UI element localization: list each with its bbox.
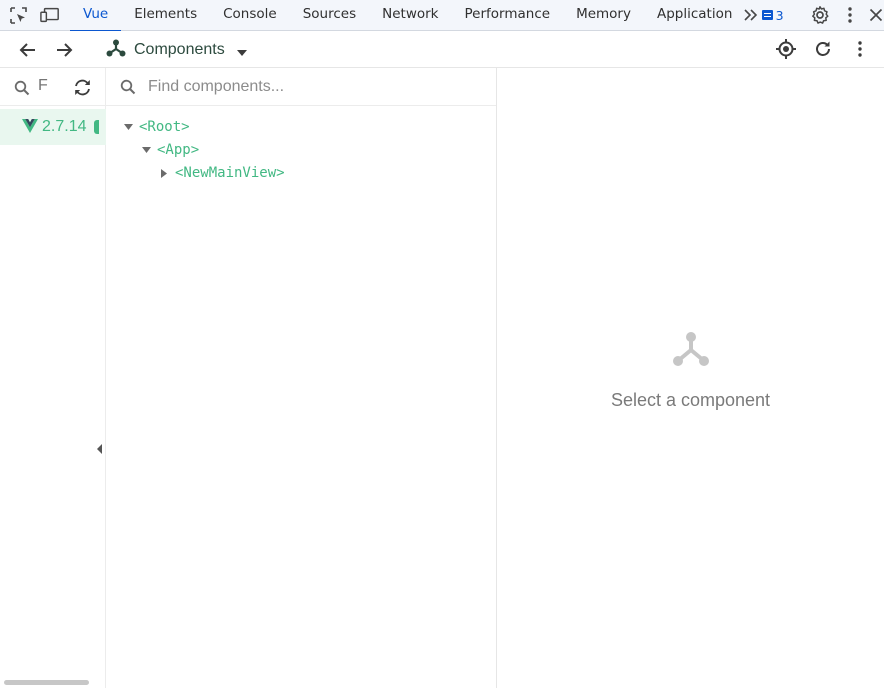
component-tree-icon (106, 38, 126, 62)
close-devtools-icon[interactable] (868, 5, 884, 25)
issues-badge[interactable]: 3 (761, 7, 784, 23)
more-vertical-icon[interactable] (842, 5, 858, 25)
inspect-element-icon[interactable] (9, 5, 28, 25)
app-status-dot (94, 120, 100, 134)
refresh-icon[interactable] (812, 38, 834, 60)
vue-devtools-toolbar: Components (0, 31, 884, 68)
view-selector-label: Components (134, 41, 225, 58)
devtools-tab-bar: Vue Elements Console Sources Network Per… (0, 0, 884, 32)
tree-node-newmainview[interactable]: <NewMainView> (159, 162, 285, 184)
find-components-row (106, 68, 496, 106)
empty-state-text: Select a component (610, 390, 771, 410)
tab-vue[interactable]: Vue (70, 0, 122, 32)
more-options-icon[interactable] (849, 38, 871, 60)
view-selector[interactable]: Components (106, 37, 247, 63)
component-tree-pane: <Root> <App> <NewMainView> (106, 68, 497, 688)
select-component-in-page-icon[interactable] (775, 38, 797, 60)
caret-collapsed-icon[interactable] (159, 168, 169, 178)
tree-node-label: <App> (157, 142, 200, 158)
double-chevron-right-icon[interactable] (742, 5, 758, 25)
collapse-sidebar-icon[interactable] (96, 440, 104, 454)
caret-expanded-icon[interactable] (123, 122, 133, 132)
caret-down-icon (236, 41, 247, 60)
tree-node-app[interactable]: <App> (141, 139, 199, 161)
app-filter-input[interactable] (38, 77, 60, 95)
app-version: 2.7.14 (42, 118, 87, 135)
search-icon (120, 79, 136, 95)
tab-console[interactable]: Console (210, 0, 290, 31)
tree-node-label: <Root> (139, 119, 190, 135)
tab-network[interactable]: Network (369, 0, 451, 31)
device-toolbar-icon[interactable] (40, 5, 60, 25)
find-components-input[interactable] (148, 77, 478, 96)
tab-application[interactable]: Application (644, 0, 740, 31)
back-arrow-icon[interactable] (17, 39, 39, 61)
tab-memory[interactable]: Memory (563, 0, 644, 31)
app-filter-row (0, 68, 106, 106)
search-icon (14, 80, 30, 100)
horizontal-scrollbar[interactable] (4, 680, 89, 685)
forward-arrow-icon[interactable] (53, 39, 75, 61)
settings-gear-icon[interactable] (810, 5, 830, 25)
tree-node-label: <NewMainView> (175, 165, 285, 181)
vue-logo-icon (22, 118, 38, 137)
issues-count: 3 (775, 7, 784, 23)
component-details-pane: Select a component (497, 68, 884, 688)
refresh-apps-icon[interactable] (73, 79, 92, 100)
app-sidebar: 2.7.14 (0, 68, 106, 688)
tree-node-root[interactable]: <Root> (123, 116, 190, 138)
empty-state: Select a component (497, 330, 884, 411)
issues-icon (761, 10, 773, 20)
tab-elements[interactable]: Elements (121, 0, 210, 31)
app-item[interactable]: 2.7.14 (0, 109, 106, 145)
caret-expanded-icon[interactable] (141, 145, 151, 155)
tab-performance[interactable]: Performance (452, 0, 564, 31)
component-tree-icon (672, 330, 710, 372)
tab-sources[interactable]: Sources (290, 0, 369, 31)
